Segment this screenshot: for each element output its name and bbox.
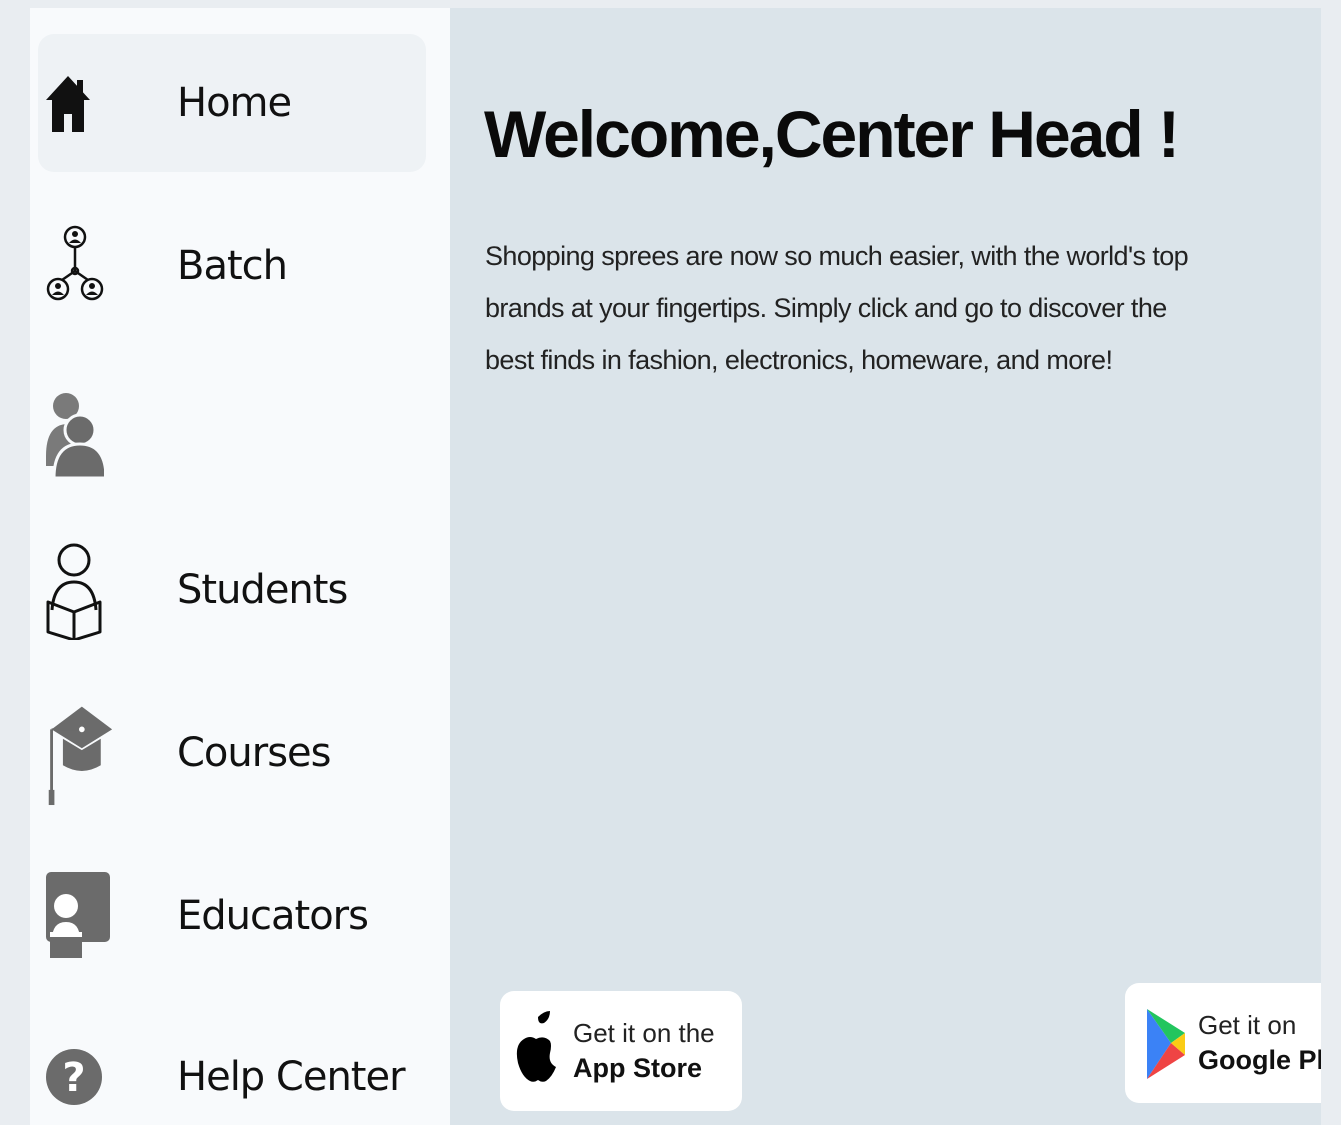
- sidebar-item-label: Educators: [177, 893, 369, 939]
- sidebar-item-label: Help Center: [177, 1054, 406, 1100]
- home-icon: [44, 53, 114, 153]
- svg-text:?: ?: [62, 1055, 85, 1101]
- sidebar-item-courses[interactable]: Courses: [38, 684, 426, 822]
- sidebar: Home Batch Students Courses Educators ? …: [30, 8, 450, 1125]
- sidebar-item-batch[interactable]: Batch: [38, 197, 426, 335]
- sidebar-item-students[interactable]: Students: [38, 521, 426, 659]
- help-icon: ?: [44, 1027, 114, 1125]
- sidebar-item-educators[interactable]: Educators: [38, 847, 426, 985]
- sidebar-item-help-center[interactable]: ? Help Center: [38, 1008, 426, 1125]
- google-play-line2: Google Play: [1198, 1045, 1321, 1075]
- educator-icon: [44, 866, 114, 966]
- network-icon: [44, 216, 114, 316]
- google-play-icon: [1145, 1007, 1187, 1086]
- sidebar-item-users[interactable]: [38, 365, 426, 503]
- welcome-description: Shopping sprees are now so much easier, …: [485, 241, 1189, 375]
- sidebar-item-label: Courses: [177, 730, 331, 776]
- sidebar-item-home[interactable]: Home: [38, 34, 426, 172]
- graduation-cap-icon: [44, 703, 114, 806]
- sidebar-item-label: Batch: [177, 243, 288, 289]
- apple-icon: [516, 1011, 560, 1092]
- student-icon: [44, 540, 114, 640]
- sidebar-item-label: Home: [177, 80, 292, 126]
- app-store-button[interactable]: Get it on the App Store: [500, 991, 742, 1111]
- welcome-heading: Welcome,Center Head !: [484, 97, 1180, 171]
- google-play-line1: Get it on: [1198, 1010, 1297, 1040]
- sidebar-item-label: Students: [177, 567, 348, 613]
- google-play-button[interactable]: Get it on Google Play: [1125, 983, 1321, 1103]
- main-content: Welcome,Center Head ! Shopping sprees ar…: [450, 8, 1321, 1125]
- app-store-line1: Get it on the: [573, 1018, 715, 1048]
- app-frame: Home Batch Students Courses Educators ? …: [0, 0, 1341, 1125]
- users-icon: [44, 384, 114, 484]
- app-store-line2: App Store: [573, 1053, 703, 1083]
